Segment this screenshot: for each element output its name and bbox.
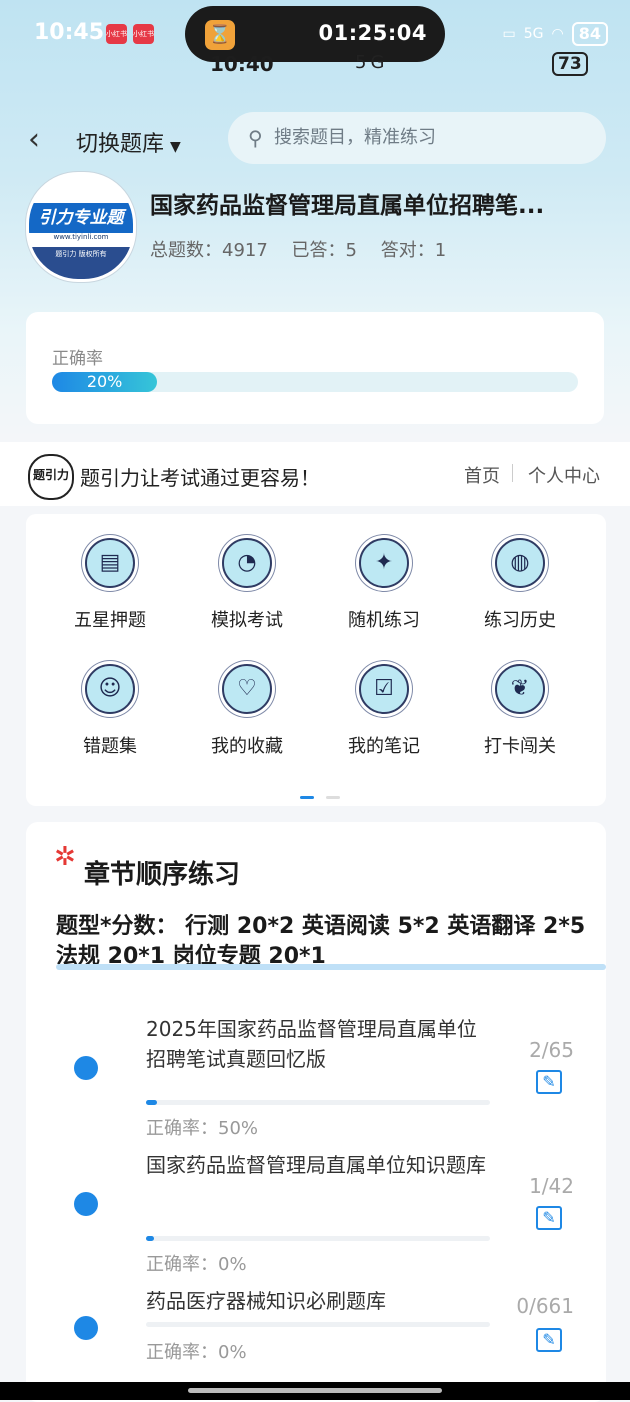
navigation-bar <box>0 1382 630 1400</box>
star-icon: ✦ <box>359 538 409 588</box>
ghost-battery-indicator: 73 <box>552 52 588 76</box>
slogan-text: 题引力让考试通过更容易！ <box>80 466 320 490</box>
chapter-progress-track <box>146 1100 490 1105</box>
feature-wrong-questions[interactable]: ☺ 错题集 <box>42 664 178 758</box>
feature-label: 随机练习 <box>348 610 420 631</box>
feature-label: 练习历史 <box>484 610 556 631</box>
bank-title: 国家药品监督管理局直属单位招聘笔... <box>150 193 545 219</box>
hourglass-icon: ⌛ <box>205 20 235 50</box>
chapter-progress-track <box>146 1236 490 1241</box>
chapter-item-rate: 正确率：0% <box>146 1254 247 1275</box>
accuracy-progress-track: 20% <box>52 372 578 392</box>
app-notification-icon: 小红书 <box>106 24 127 44</box>
ghost-status-time: 10:40 <box>210 52 274 76</box>
heart-icon: ♡ <box>222 664 272 714</box>
feature-random-practice[interactable]: ✦ 随机练习 <box>316 538 452 632</box>
chapter-item-count: 1/42 <box>529 1174 574 1198</box>
feature-check-in[interactable]: ❦ 打卡闯关 <box>452 664 588 758</box>
globe-icon: ◍ <box>495 538 545 588</box>
logo-url: www.tiyinli.com <box>53 233 109 241</box>
search-icon: ⚲ <box>248 126 263 150</box>
chapter-progress-fill <box>146 1100 157 1105</box>
chapter-bullet-icon <box>74 1056 98 1080</box>
feature-label: 模拟考试 <box>211 610 283 631</box>
chapter-item-count: 0/661 <box>516 1294 574 1318</box>
features-grid: ▤ 五星押题 ◔ 模拟考试 ✦ 随机练习 ◍ 练习历史 ☺ 错题集 ♡ 我的收藏… <box>26 514 606 806</box>
chapter-item-name: 药品医疗器械知识必刷题库 <box>146 1289 386 1313</box>
feature-mock-exam[interactable]: ◔ 模拟考试 <box>179 538 315 632</box>
feature-favorites[interactable]: ♡ 我的收藏 <box>179 664 315 758</box>
chapter-item-name: 国家药品监督管理局直属单位知识题库 <box>146 1153 486 1177</box>
feature-label: 五星押题 <box>74 610 146 631</box>
chapter-bullet-icon <box>74 1316 98 1340</box>
status-icons: ▭ 5G ◠ 84 <box>503 22 608 46</box>
bank-logo: 引力专业题 www.tiyinli.com 题引力 版权所有 <box>26 172 136 282</box>
bed-icon: ▭ <box>502 26 516 42</box>
page-dot-active[interactable] <box>300 796 314 799</box>
page-indicator <box>294 784 346 803</box>
chapter-item-rate: 正确率：50% <box>146 1118 259 1139</box>
head-icon: ☺ <box>85 664 135 714</box>
divider <box>512 464 513 482</box>
status-bar: 10:45 小红书 小红书 ⌛ 01:25:04 ▭ 5G ◠ 84 10:40… <box>0 0 630 76</box>
feature-label: 错题集 <box>83 736 137 757</box>
search-placeholder: 搜索题目，精准练习 <box>274 127 436 148</box>
logo-footer: 题引力 版权所有 <box>29 247 133 279</box>
caret-down-icon: ▼ <box>170 139 181 155</box>
wifi-icon: ◠ <box>551 26 564 42</box>
switch-bank-dropdown[interactable]: 切换题库 ▼ <box>76 126 181 158</box>
chapter-item-name: 2025年国家药品监督管理局直属单位招聘笔试真题回忆版 <box>146 1017 477 1071</box>
feature-five-star[interactable]: ▤ 五星押题 <box>42 538 178 632</box>
chapter-title: 章节顺序练习 <box>84 860 241 890</box>
chapter-description: 题型*分数： 行测 20*2 英语阅读 5*2 英语翻译 2*5 法规 20*1… <box>56 914 586 969</box>
app-notification-icon: 小红书 <box>133 24 154 44</box>
switch-bank-label: 切换题库 <box>76 132 165 157</box>
cellular-icon: 5G <box>523 26 544 42</box>
total-questions: 总题数：4917 <box>150 240 268 261</box>
accuracy-card: 正确率 20% <box>26 312 604 424</box>
feature-label: 我的收藏 <box>211 736 283 757</box>
correct-count: 答对：1 <box>380 240 447 261</box>
brand-logo: 题引力 <box>28 454 74 500</box>
home-link[interactable]: 首页 <box>464 462 500 488</box>
search-input[interactable]: ⚲ 搜索题目，精准练习 <box>228 112 606 164</box>
edit-icon[interactable]: ✎ <box>536 1070 562 1094</box>
accuracy-progress-fill: 20% <box>52 372 158 392</box>
island-timer: 01:25:04 <box>318 21 427 45</box>
leaf-icon: ❦ <box>495 664 545 714</box>
home-indicator[interactable] <box>188 1388 442 1393</box>
back-arrow-icon[interactable]: ‹ <box>28 122 40 157</box>
edit-icon[interactable]: ✎ <box>536 1206 562 1230</box>
chapter-progress-track <box>146 1322 490 1327</box>
status-time: 10:45 <box>34 20 105 45</box>
answered-count: 已答：5 <box>291 240 357 261</box>
chapter-bullet-icon <box>74 1192 98 1216</box>
promo-banner: 题引力 题引力让考试通过更容易！ 首页 个人中心 <box>0 442 630 506</box>
firecracker-icon: ✲ <box>54 842 76 872</box>
id-card-icon: ▤ <box>85 538 135 588</box>
bank-stats: 总题数：4917 已答：5 答对：1 <box>150 236 464 262</box>
feature-notes[interactable]: ☑ 我的笔记 <box>316 664 452 758</box>
description-highlight <box>56 964 606 970</box>
feature-label: 我的笔记 <box>348 736 420 757</box>
page-dot[interactable] <box>326 796 340 799</box>
battery-indicator: 84 <box>571 22 608 46</box>
chapter-item-count: 2/65 <box>529 1038 574 1062</box>
chapter-item-rate: 正确率：0% <box>146 1342 247 1363</box>
chapter-progress-fill <box>146 1236 155 1241</box>
edit-icon[interactable]: ✎ <box>536 1328 562 1352</box>
personal-center-link[interactable]: 个人中心 <box>528 462 600 488</box>
logo-text: 引力专业题 <box>29 203 133 233</box>
ghost-cellular-icon: 5G <box>355 52 389 73</box>
chapter-practice-card: ✲ 章节顺序练习 题型*分数： 行测 20*2 英语阅读 5*2 英语翻译 2*… <box>26 822 606 1402</box>
accuracy-label: 正确率 <box>52 349 103 369</box>
feature-label: 打卡闯关 <box>484 736 556 757</box>
feature-practice-history[interactable]: ◍ 练习历史 <box>452 538 588 632</box>
note-icon: ☑ <box>359 664 409 714</box>
gauge-icon: ◔ <box>222 538 272 588</box>
